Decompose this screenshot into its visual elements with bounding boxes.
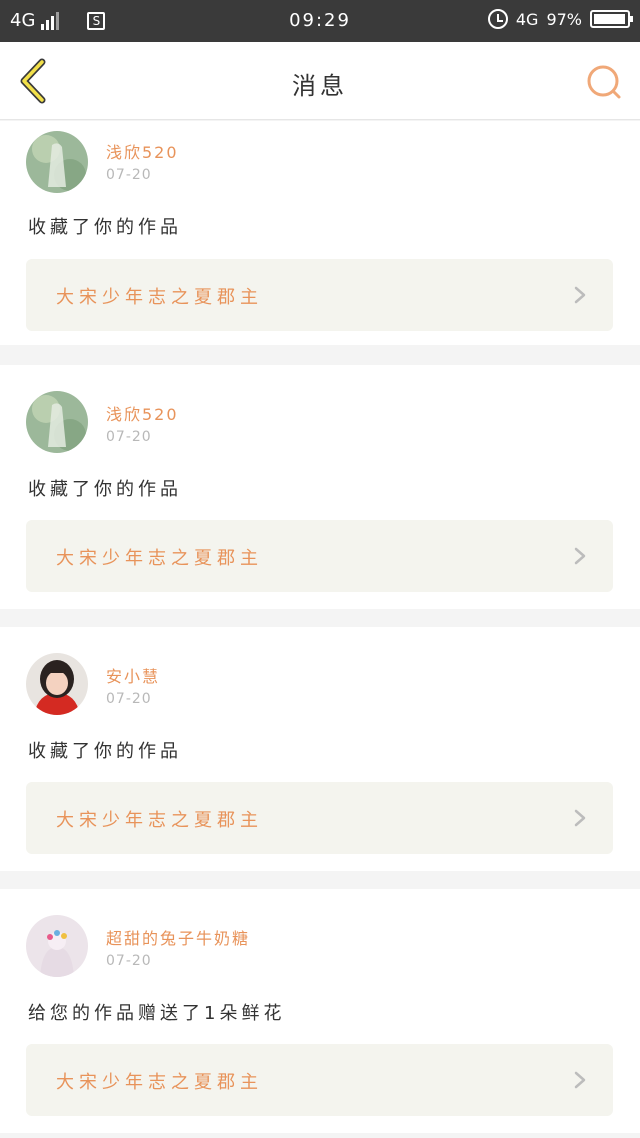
avatar[interactable] bbox=[26, 915, 88, 977]
page-title: 消息 bbox=[292, 72, 348, 100]
network-type-right: 4G bbox=[515, 9, 539, 29]
notification-card: 浅欣520 07-20 收藏了你的作品 大宋少年志之夏郡主 bbox=[0, 121, 640, 345]
work-title: 大宋少年志之夏郡主 bbox=[56, 287, 263, 308]
notification-card: 超甜的兔子牛奶糖 07-20 给您的作品赠送了1朵鲜花 大宋少年志之夏郡主 bbox=[0, 889, 640, 1133]
battery-percent: 97% bbox=[546, 9, 582, 29]
work-link[interactable]: 大宋少年志之夏郡主 bbox=[26, 520, 613, 592]
battery-fill bbox=[594, 14, 625, 24]
work-title: 大宋少年志之夏郡主 bbox=[56, 810, 263, 831]
username[interactable]: 安小慧 bbox=[106, 663, 160, 687]
work-title: 大宋少年志之夏郡主 bbox=[56, 548, 263, 569]
message-text: 收藏了你的作品 bbox=[28, 479, 182, 500]
timestamp: 07-20 bbox=[106, 429, 152, 445]
avatar[interactable] bbox=[26, 391, 88, 453]
notification-card: 浅欣520 07-20 收藏了你的作品 大宋少年志之夏郡主 bbox=[0, 365, 640, 609]
username[interactable]: 浅欣520 bbox=[106, 139, 179, 163]
alarm-icon bbox=[487, 9, 508, 29]
chevron-right-icon bbox=[574, 286, 586, 304]
message-text: 收藏了你的作品 bbox=[28, 217, 182, 238]
notification-card: 安小慧 07-20 收藏了你的作品 大宋少年志之夏郡主 bbox=[0, 627, 640, 871]
avatar-pink-image bbox=[26, 915, 88, 977]
work-link[interactable]: 大宋少年志之夏郡主 bbox=[26, 1044, 613, 1116]
work-title: 大宋少年志之夏郡主 bbox=[56, 1072, 263, 1093]
username[interactable]: 超甜的兔子牛奶糖 bbox=[106, 925, 250, 949]
message-text: 给您的作品赠送了1朵鲜花 bbox=[28, 1003, 286, 1024]
message-text: 收藏了你的作品 bbox=[28, 741, 182, 762]
battery-icon bbox=[590, 10, 633, 28]
avatar-green-image bbox=[26, 391, 88, 453]
avatar-red-image bbox=[26, 653, 88, 715]
timestamp: 07-20 bbox=[106, 167, 152, 183]
avatar-green-image bbox=[26, 131, 88, 193]
status-bar: 4G S 09:29 4G 97% bbox=[0, 0, 640, 42]
notification-list: 浅欣520 07-20 收藏了你的作品 大宋少年志之夏郡主 浅欣520 07-2… bbox=[0, 121, 640, 1138]
work-link[interactable]: 大宋少年志之夏郡主 bbox=[26, 782, 613, 854]
search-icon bbox=[587, 65, 621, 99]
timestamp: 07-20 bbox=[106, 953, 152, 969]
timestamp: 07-20 bbox=[106, 691, 152, 707]
avatar[interactable] bbox=[26, 131, 88, 193]
chevron-right-icon bbox=[574, 809, 586, 827]
status-right: 4G 97% bbox=[487, 9, 633, 29]
username[interactable]: 浅欣520 bbox=[106, 401, 179, 425]
chevron-right-icon bbox=[574, 547, 586, 565]
avatar[interactable] bbox=[26, 653, 88, 715]
chevron-right-icon bbox=[574, 1071, 586, 1089]
nav-bar: 消息 bbox=[0, 42, 640, 120]
search-button[interactable] bbox=[584, 62, 624, 102]
work-link[interactable]: 大宋少年志之夏郡主 bbox=[26, 259, 613, 331]
